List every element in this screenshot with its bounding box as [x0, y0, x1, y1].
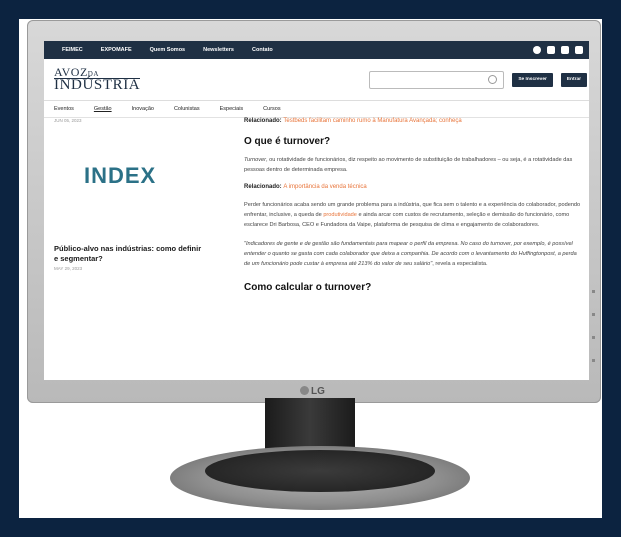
search-icon[interactable]: [488, 74, 498, 84]
related-link[interactable]: A importância da venda técnica: [283, 184, 366, 190]
monitor-screen: FEIMEC EXPOMAFE Quem Somos Newsletters C…: [44, 41, 589, 380]
monitor-button: [592, 336, 595, 339]
monitor-button: [592, 359, 595, 362]
sidebar-article-date: MAY 29, 2023: [54, 265, 83, 271]
related-prefix: Relacionado:: [244, 118, 282, 124]
top-navbar: FEIMEC EXPOMAFE Quem Somos Newsletters C…: [44, 41, 589, 59]
lg-logo-icon: [300, 386, 309, 395]
nav-quem-somos[interactable]: Quem Somos: [150, 47, 185, 53]
related-prefix: Relacionado:: [244, 183, 282, 190]
cat-eventos[interactable]: Eventos: [54, 106, 74, 112]
monitor-button: [592, 290, 595, 293]
quote-tail: , revela a especialista.: [432, 261, 488, 268]
quote-text: "Indicadores de gente e de gestão são fu…: [244, 240, 577, 268]
social-links: [533, 46, 589, 54]
section-heading: O que é turnover?: [244, 136, 331, 147]
paragraph: Perder funcionários acaba sendo um grand…: [244, 200, 584, 231]
instagram-icon[interactable]: [547, 46, 555, 54]
related-link[interactable]: Testbeds facilitam caminho rumo à Manufa…: [283, 118, 461, 124]
index-banner[interactable]: INDEX: [54, 163, 204, 189]
nav-expomafe[interactable]: EXPOMAFE: [101, 47, 132, 53]
subscribe-button[interactable]: Se Inscrever: [512, 72, 553, 87]
productivity-link[interactable]: produtividade: [323, 212, 357, 218]
facebook-icon[interactable]: [533, 46, 541, 54]
linkedin-icon[interactable]: [561, 46, 569, 54]
sidebar: JUN 05, 2023 INDEX Público-alvo nas indú…: [54, 118, 204, 271]
cat-cursos[interactable]: Cursos: [263, 106, 280, 112]
page-content: JUN 05, 2023 INDEX Público-alvo nas indú…: [44, 118, 589, 380]
cat-colunistas[interactable]: Colunistas: [174, 106, 200, 112]
nav-feimec[interactable]: FEIMEC: [62, 47, 83, 53]
monitor-brand-text: LG: [311, 386, 325, 397]
search-input[interactable]: [369, 70, 505, 89]
youtube-icon[interactable]: [575, 46, 583, 54]
cat-inovacao[interactable]: Inovação: [132, 106, 154, 112]
sidebar-article-link[interactable]: Público-alvo nas indústrias: como defini…: [54, 244, 204, 264]
paragraph-text: , ou rotatividade de funcionários, diz r…: [244, 157, 573, 174]
related-line: Relacionado: A importância da venda técn…: [244, 184, 584, 190]
nav-newsletters[interactable]: Newsletters: [203, 47, 234, 53]
login-button[interactable]: Entrar: [560, 72, 587, 87]
monitor-button: [592, 313, 595, 316]
monitor-base-top: [205, 450, 435, 492]
paragraph-emphasis: Turnover: [244, 157, 266, 163]
brand-header: AVOZDA INDÚSTRIA Se Inscrever Entrar: [44, 59, 589, 101]
cat-especiais[interactable]: Especiais: [220, 106, 244, 112]
monitor-brand-logo: LG: [300, 386, 325, 397]
cat-gestao[interactable]: Gestão: [94, 106, 112, 112]
nav-contato[interactable]: Contato: [252, 47, 273, 53]
quote-paragraph: "Indicadores de gente e de gestão são fu…: [244, 239, 584, 270]
paragraph: Turnover, ou rotatividade de funcionário…: [244, 155, 584, 176]
logo-line2: INDÚSTRIA: [54, 76, 141, 93]
sidebar-date: JUN 05, 2023: [54, 118, 82, 123]
related-line: Relacionado: Testbeds facilitam caminho …: [244, 118, 584, 124]
monitor-side-buttons: [592, 290, 598, 390]
section-heading: Como calcular o turnover?: [244, 281, 372, 293]
article-body: Relacionado: Testbeds facilitam caminho …: [244, 118, 584, 301]
category-nav: Eventos Gestão Inovação Colunistas Espec…: [44, 101, 589, 118]
site-logo[interactable]: AVOZDA INDÚSTRIA: [54, 66, 141, 93]
